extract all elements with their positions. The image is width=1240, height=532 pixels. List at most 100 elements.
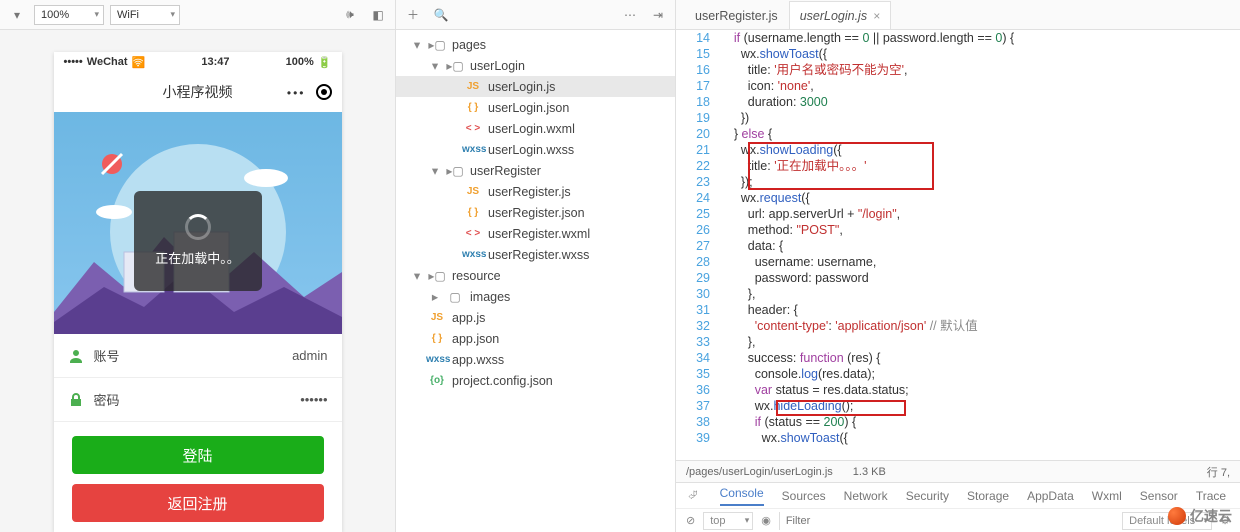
- hero-image: 正在加载中。。: [54, 112, 342, 334]
- close-tab-icon[interactable]: ×: [873, 9, 880, 23]
- status-cursor: 行 7,: [1207, 464, 1230, 480]
- code-line[interactable]: 19 }): [676, 110, 1240, 126]
- sim-toolbar: ▾ 100% WiFi 🕪 ◧: [0, 0, 395, 30]
- devtools-tab-trace[interactable]: Trace: [1196, 489, 1226, 503]
- dock-icon[interactable]: ◧: [367, 4, 389, 26]
- tree-item-userLogin.wxml[interactable]: < >userLogin.wxml: [396, 118, 675, 139]
- devtools-tab-console[interactable]: Console: [720, 486, 764, 506]
- code-line[interactable]: 16 title: '用户名或密码不能为空',: [676, 62, 1240, 78]
- context-select[interactable]: top: [703, 512, 753, 530]
- tree-item-resource[interactable]: ▾▸▢resource: [396, 265, 675, 286]
- code-line[interactable]: 21 wx.showLoading({: [676, 142, 1240, 158]
- devtools-tab-storage[interactable]: Storage: [967, 489, 1009, 503]
- code-line[interactable]: 35 console.log(res.data);: [676, 366, 1240, 382]
- tree-item-app.json[interactable]: { }app.json: [396, 328, 675, 349]
- phone-status-bar: ••••• WeChat 🛜 13:47 100% 🔋: [54, 52, 342, 72]
- devtools-tab-security[interactable]: Security: [906, 489, 949, 503]
- page-title: 小程序视频: [163, 82, 233, 102]
- devtools-tabs[interactable]: ⮰ Console Sources Network Security Storage Ap…: [676, 483, 1240, 509]
- code-line[interactable]: 32 'content-type': 'application/json' //…: [676, 318, 1240, 334]
- status-size: 1.3 KB: [853, 466, 886, 478]
- account-row[interactable]: 账号 admin: [54, 334, 342, 378]
- tree-item-userRegister.json[interactable]: { }userRegister.json: [396, 202, 675, 223]
- tree-item-userRegister.wxml[interactable]: < >userRegister.wxml: [396, 223, 675, 244]
- code-line[interactable]: 24 wx.request({: [676, 190, 1240, 206]
- inspect-icon[interactable]: ⮰: [688, 488, 698, 503]
- code-line[interactable]: 39 wx.showToast({: [676, 430, 1240, 446]
- code-line[interactable]: 14 if (username.length == 0 || password.…: [676, 30, 1240, 46]
- tree-item-userRegister.wxss[interactable]: wxssuserRegister.wxss: [396, 244, 675, 265]
- register-button[interactable]: 返回注册: [72, 484, 324, 522]
- search-icon[interactable]: 🔍: [430, 4, 452, 26]
- editor-status-bar: /pages/userLogin/userLogin.js 1.3 KB 行 7…: [676, 460, 1240, 482]
- editor-tabs[interactable]: userRegister.jsuserLogin.js×: [676, 0, 1240, 30]
- devtools-tab-appdata[interactable]: AppData: [1027, 489, 1074, 503]
- tree-item-userRegister[interactable]: ▾▸▢userRegister: [396, 160, 675, 181]
- tree-item-userLogin.json[interactable]: { }userLogin.json: [396, 97, 675, 118]
- lock-icon: [68, 392, 84, 408]
- tab-userLogin.js[interactable]: userLogin.js×: [789, 1, 891, 29]
- file-tree[interactable]: ▾▸▢pages▾▸▢userLoginJSuserLogin.js{ }use…: [396, 30, 675, 532]
- simulator-viewport: ••••• WeChat 🛜 13:47 100% 🔋 小程序视频: [0, 30, 395, 532]
- filter-input[interactable]: [779, 512, 1114, 530]
- devtools-tab-network[interactable]: Network: [844, 489, 888, 503]
- loading-toast: 正在加载中。。: [134, 191, 262, 291]
- code-line[interactable]: 31 header: {: [676, 302, 1240, 318]
- tree-item-app.wxss[interactable]: wxssapp.wxss: [396, 349, 675, 370]
- network-select[interactable]: WiFi: [110, 5, 180, 25]
- code-line[interactable]: 17 icon: 'none',: [676, 78, 1240, 94]
- login-button[interactable]: 登陆: [72, 436, 324, 474]
- code-line[interactable]: 36 var status = res.data.status;: [676, 382, 1240, 398]
- code-line[interactable]: 15 wx.showToast({: [676, 46, 1240, 62]
- close-program-icon[interactable]: [316, 84, 332, 100]
- more-icon[interactable]: ⋯: [619, 4, 641, 26]
- page-header: 小程序视频: [54, 72, 342, 112]
- code-line[interactable]: 20 } else {: [676, 126, 1240, 142]
- code-line[interactable]: 26 method: "POST",: [676, 222, 1240, 238]
- code-line[interactable]: 28 username: username,: [676, 254, 1240, 270]
- code-line[interactable]: 22 title: '正在加载中。。。': [676, 158, 1240, 174]
- code-line[interactable]: 37 wx.hideLoading();: [676, 398, 1240, 414]
- tree-item-images[interactable]: ▸▢images: [396, 286, 675, 307]
- tree-item-userLogin[interactable]: ▾▸▢userLogin: [396, 55, 675, 76]
- code-line[interactable]: 33 },: [676, 334, 1240, 350]
- tab-userRegister.js[interactable]: userRegister.js: [684, 1, 789, 29]
- code-line[interactable]: 18 duration: 3000: [676, 94, 1240, 110]
- password-row[interactable]: 密码 ••••••: [54, 378, 342, 422]
- code-line[interactable]: 27 data: {: [676, 238, 1240, 254]
- mute-icon[interactable]: 🕪: [339, 4, 361, 26]
- tree-item-userLogin.wxss[interactable]: wxssuserLogin.wxss: [396, 139, 675, 160]
- code-line[interactable]: 34 success: function (res) {: [676, 350, 1240, 366]
- simulator-panel: ▾ 100% WiFi 🕪 ◧ ••••• WeChat 🛜 13:47 100…: [0, 0, 396, 532]
- tree-item-userRegister.js[interactable]: JSuserRegister.js: [396, 181, 675, 202]
- devtools-tab-sources[interactable]: Sources: [782, 489, 826, 503]
- devtools-panel: ⮰ Console Sources Network Security Storage Ap…: [676, 482, 1240, 532]
- code-line[interactable]: 23 });: [676, 174, 1240, 190]
- status-path: /pages/userLogin/userLogin.js: [686, 466, 833, 478]
- code-editor[interactable]: 14 if (username.length == 0 || password.…: [676, 30, 1240, 460]
- watermark: 亿速云: [1168, 506, 1232, 526]
- code-line[interactable]: 30 },: [676, 286, 1240, 302]
- tree-item-project.config.json[interactable]: {o}project.config.json: [396, 370, 675, 391]
- user-icon: [68, 348, 84, 364]
- phone-frame: ••••• WeChat 🛜 13:47 100% 🔋 小程序视频: [54, 52, 342, 532]
- clock: 13:47: [201, 56, 229, 68]
- devtools-tab-wxml[interactable]: Wxml: [1092, 489, 1122, 503]
- zoom-select[interactable]: 100%: [34, 5, 104, 25]
- code-line[interactable]: 25 url: app.serverUrl + "/login",: [676, 206, 1240, 222]
- explorer-toolbar: ＋ 🔍 ⋯ ⇥: [396, 0, 675, 30]
- spinner-icon: [185, 214, 211, 240]
- tree-item-userLogin.js[interactable]: JSuserLogin.js: [396, 76, 675, 97]
- code-line[interactable]: 38 if (status == 200) {: [676, 414, 1240, 430]
- more-icon[interactable]: [287, 84, 306, 100]
- clear-console-icon[interactable]: ⊘: [686, 514, 695, 527]
- tree-item-pages[interactable]: ▾▸▢pages: [396, 34, 675, 55]
- eye-icon[interactable]: ◉: [761, 514, 771, 527]
- tree-item-app.js[interactable]: JSapp.js: [396, 307, 675, 328]
- devtools-tab-sensor[interactable]: Sensor: [1140, 489, 1178, 503]
- file-explorer: ＋ 🔍 ⋯ ⇥ ▾▸▢pages▾▸▢userLoginJSuserLogin.…: [396, 0, 676, 532]
- chevron-down-icon[interactable]: ▾: [6, 4, 28, 26]
- add-file-icon[interactable]: ＋: [402, 4, 424, 26]
- code-line[interactable]: 29 password: password: [676, 270, 1240, 286]
- collapse-icon[interactable]: ⇥: [647, 4, 669, 26]
